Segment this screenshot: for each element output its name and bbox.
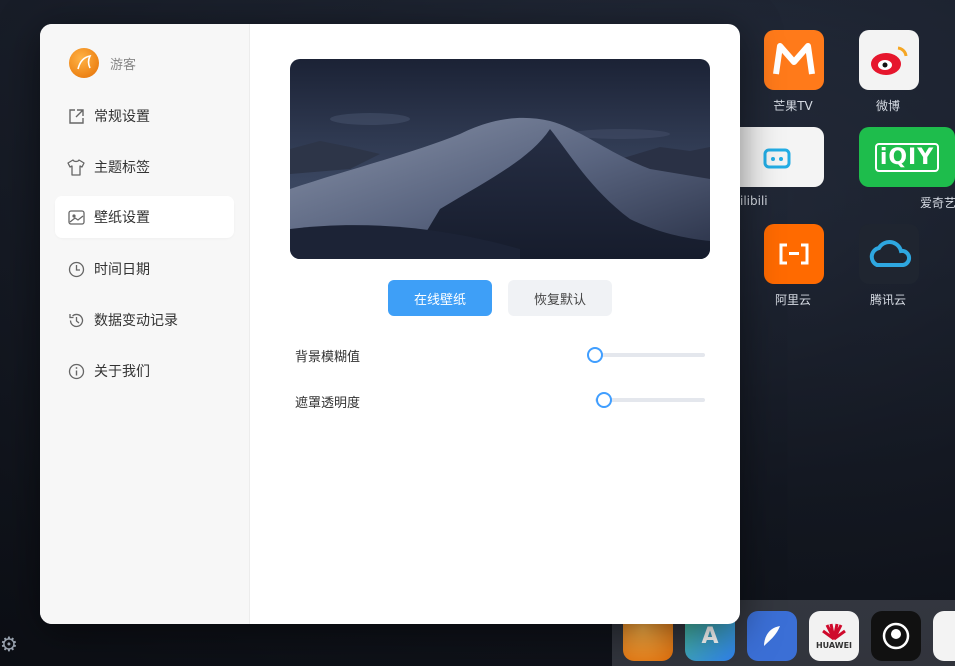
sidebar-item-label: 壁纸设置 bbox=[94, 210, 150, 226]
external-link-icon bbox=[67, 107, 85, 125]
wallpaper-preview bbox=[290, 59, 710, 259]
github-dock-icon[interactable] bbox=[871, 611, 921, 661]
blur-slider[interactable] bbox=[587, 347, 705, 363]
iqiyi-app-icon[interactable]: iQIY bbox=[859, 127, 955, 187]
mangotv-app-icon[interactable] bbox=[764, 30, 824, 90]
aliyun-app-icon[interactable] bbox=[764, 224, 824, 284]
sidebar-item-theme-tags[interactable]: 主题标签 bbox=[55, 146, 234, 188]
avatar bbox=[69, 48, 99, 78]
gear-icon[interactable]: ⚙ bbox=[0, 633, 20, 655]
history-icon bbox=[67, 311, 85, 329]
blur-slider-label: 背景模糊值 bbox=[295, 350, 361, 365]
reset-default-button[interactable]: 恢复默认 bbox=[508, 280, 612, 316]
sidebar-item-label: 常规设置 bbox=[94, 109, 150, 125]
weibo-dock-icon[interactable] bbox=[933, 611, 955, 661]
sidebar-item-time-date[interactable]: 时间日期 bbox=[55, 248, 234, 290]
sidebar-item-label: 数据变动记录 bbox=[94, 313, 178, 329]
username: 游客 bbox=[110, 57, 137, 73]
app-label-mangotv: 芒果TV bbox=[773, 99, 813, 113]
image-icon bbox=[67, 208, 85, 226]
user-profile[interactable]: 游客 bbox=[69, 48, 136, 78]
clock-icon bbox=[67, 260, 85, 278]
weibo-app-icon[interactable] bbox=[859, 30, 919, 90]
mask-opacity-slider-label: 遮罩透明度 bbox=[295, 396, 361, 411]
app-label-weibo: 微博 bbox=[875, 99, 900, 113]
bilibili-app-icon[interactable] bbox=[730, 127, 824, 187]
sidebar-item-wallpaper-settings[interactable]: 壁纸设置 bbox=[55, 196, 234, 238]
sidebar-item-general-settings[interactable]: 常规设置 bbox=[55, 95, 234, 137]
mask-opacity-slider-thumb[interactable] bbox=[595, 392, 612, 408]
app-label-aliyun: 阿里云 bbox=[774, 293, 811, 307]
tencent-cloud-app-icon[interactable] bbox=[859, 224, 919, 284]
mask-opacity-slider[interactable] bbox=[595, 392, 705, 408]
sidebar-item-label: 时间日期 bbox=[94, 262, 150, 278]
sidebar-item-data-change-log[interactable]: 数据变动记录 bbox=[55, 299, 234, 341]
online-wallpaper-button[interactable]: 在线壁纸 bbox=[388, 280, 492, 316]
app-label-iqiyi: 爱奇艺 bbox=[919, 196, 955, 210]
app-label-tencent-cloud: 腾讯云 bbox=[869, 293, 906, 307]
settings-sidebar: 游客 常规设置 主题标签 壁纸设置 时间日期 数据变动记录 关于我们 bbox=[40, 24, 250, 624]
sidebar-item-about-us[interactable]: 关于我们 bbox=[55, 350, 234, 392]
huawei-dock-icon[interactable]: HUAWEI bbox=[809, 611, 859, 661]
sidebar-item-label: 关于我们 bbox=[94, 364, 150, 380]
tshirt-icon bbox=[67, 158, 85, 176]
sidebar-item-label: 主题标签 bbox=[94, 160, 150, 176]
dock-label-huawei: HUAWEI bbox=[815, 640, 853, 650]
blur-slider-thumb[interactable] bbox=[587, 347, 603, 363]
feather-dock-icon[interactable] bbox=[747, 611, 797, 661]
settings-modal: 游客 常规设置 主题标签 壁纸设置 时间日期 数据变动记录 关于我们 在线壁纸 … bbox=[40, 24, 740, 624]
wallpaper-settings-panel: 在线壁纸 恢复默认 背景模糊值 遮罩透明度 bbox=[250, 24, 740, 624]
info-icon bbox=[67, 362, 85, 380]
